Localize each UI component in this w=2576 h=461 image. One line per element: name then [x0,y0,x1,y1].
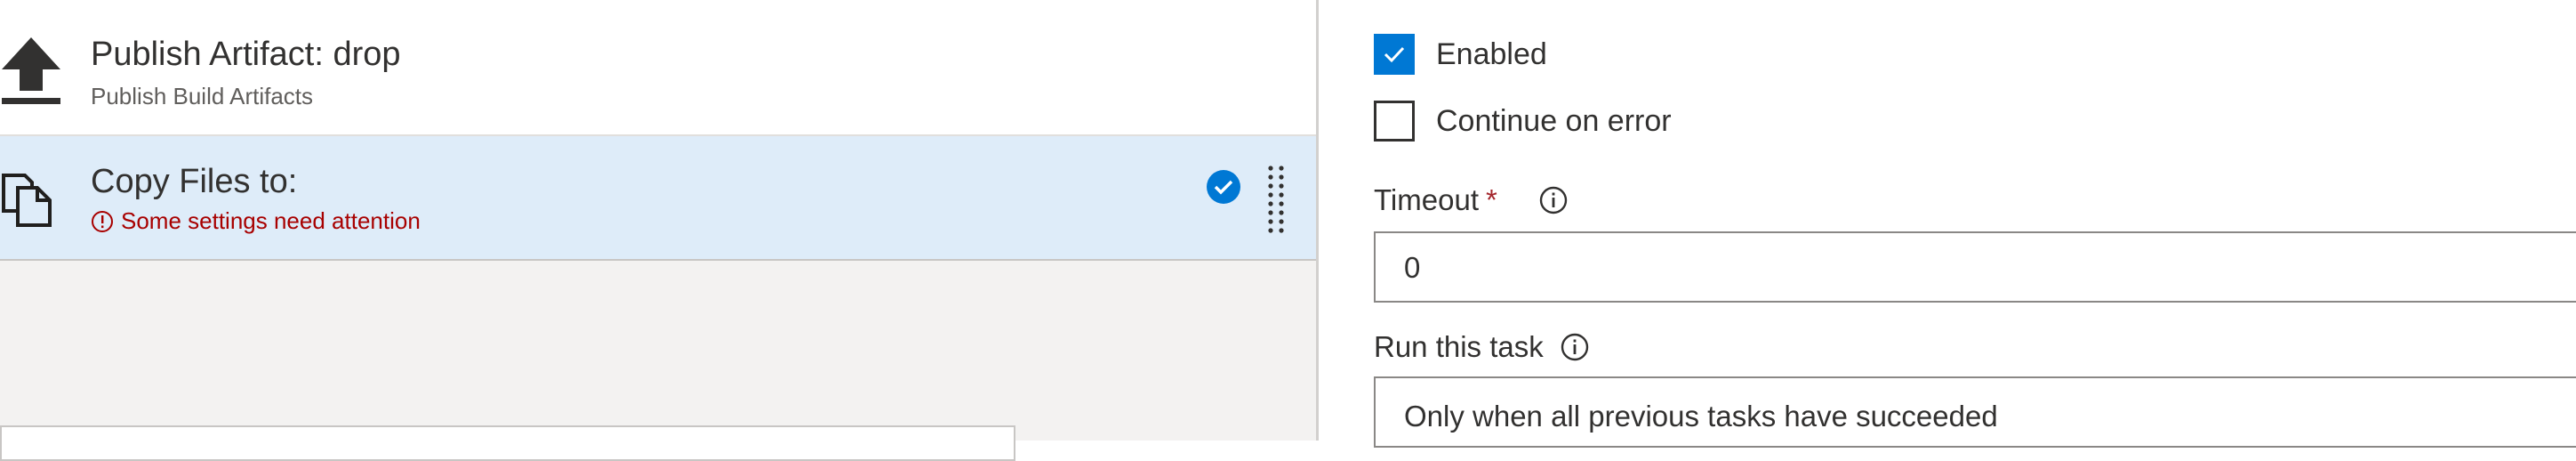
warning-circle-icon [91,210,114,233]
timeout-input[interactable]: 0 [1374,231,2576,303]
timeout-input-value: 0 [1404,251,1421,284]
drag-handle-icon[interactable] [1266,165,1286,234]
task-status-warning: Some settings need attention [91,207,421,235]
task-properties-pane: Enabled Continue on error Timeout * 0 Ru… [1319,0,2576,448]
task-title: Publish Artifact: drop [91,36,401,73]
task-item-copy-files[interactable]: Copy Files to: Some settings need attent… [0,136,1316,261]
continue-on-error-label: Continue on error [1436,104,1672,138]
copy-files-icon [0,172,57,233]
run-task-label-row: Run this task [1374,330,1590,364]
run-task-dropdown[interactable]: Only when all previous tasks have succee… [1374,376,2576,448]
timeout-label: Timeout [1374,183,1479,216]
required-marker: * [1485,183,1497,216]
info-icon[interactable] [1538,185,1569,215]
task-item-publish-artifact[interactable]: Publish Artifact: drop Publish Build Art… [0,0,1316,136]
run-task-selected-value: Only when all previous tasks have succee… [1404,400,1998,433]
enabled-checkbox[interactable] [1374,34,1415,75]
info-icon[interactable] [1560,332,1590,362]
task-list-pane: Publish Artifact: drop Publish Build Art… [0,0,1316,461]
task-title: Copy Files to: [91,163,298,200]
timeout-label-row: Timeout * [1374,183,1569,217]
run-task-label: Run this task [1374,330,1544,363]
upload-arrow-icon [0,36,62,111]
enabled-label: Enabled [1436,37,1547,71]
task-subtitle: Publish Build Artifacts [91,83,314,109]
continue-on-error-checkbox[interactable] [1374,101,1415,142]
add-task-card[interactable] [0,425,1015,461]
task-status-text: Some settings need attention [121,207,421,234]
selected-check-icon [1206,169,1241,205]
